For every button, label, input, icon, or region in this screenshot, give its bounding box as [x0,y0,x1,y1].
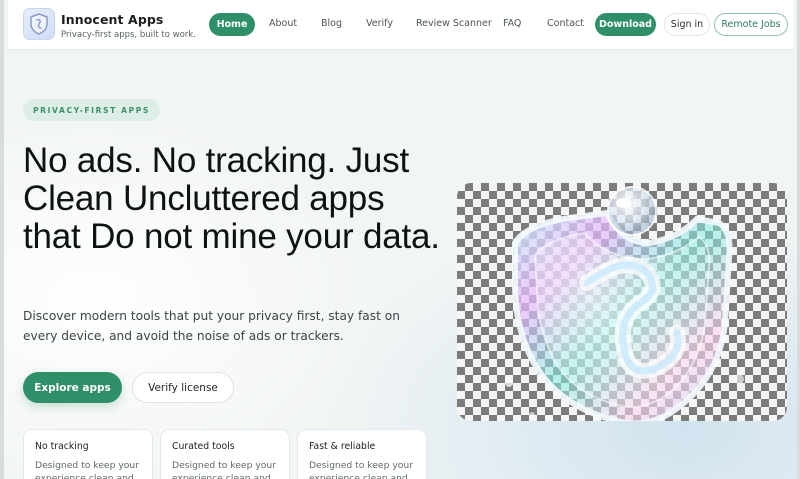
feature-card-title: No tracking [35,441,89,452]
nav-contact-link[interactable]: Contact [547,18,584,29]
nav-blog-link[interactable]: Blog [321,18,342,29]
feature-card-title: Fast & reliable [309,441,376,452]
feature-card-desc: Designed to keep your experience clean a… [309,460,413,479]
nav-verify-link[interactable]: Verify [366,18,393,29]
privacy-badge: PRIVACY-FIRST APPS [23,99,160,121]
brand-name[interactable]: Innocent Apps [61,12,163,27]
top-navbar: Innocent Apps Privacy-first apps, built … [8,0,794,50]
page: Innocent Apps Privacy-first apps, built … [0,0,800,479]
nav-about-link[interactable]: About [269,18,297,29]
brand-tagline: Privacy-first apps, built to work. [61,30,196,40]
feature-card-fast-reliable: Fast & reliable Designed to keep your ex… [297,429,427,479]
feature-card-desc: Designed to keep your experience clean a… [172,460,276,479]
nav-home-button[interactable]: Home [209,13,255,36]
nav-review-scanner-link[interactable]: Review Scanner [416,18,492,29]
hero-image [457,183,787,421]
download-button[interactable]: Download [595,13,656,36]
feature-card-curated-tools: Curated tools Designed to keep your expe… [160,429,290,479]
hero-headline: No ads. No tracking. Just Clean Unclutte… [23,141,440,256]
brand-logo-icon[interactable] [23,8,55,40]
sign-in-button[interactable]: Sign in [664,13,710,36]
glass-shield-logo-icon [505,186,744,421]
hero-subtext: Discover modern tools that put your priv… [23,309,400,343]
verify-license-button[interactable]: Verify license [132,372,234,403]
feature-card-desc: Designed to keep your experience clean a… [35,460,139,479]
feature-card-no-tracking: No tracking Designed to keep your experi… [23,429,153,479]
feature-card-title: Curated tools [172,441,235,452]
remote-jobs-button[interactable]: Remote Jobs [714,13,788,36]
explore-apps-button[interactable]: Explore apps [23,372,122,403]
nav-faq-link[interactable]: FAQ [503,18,521,29]
